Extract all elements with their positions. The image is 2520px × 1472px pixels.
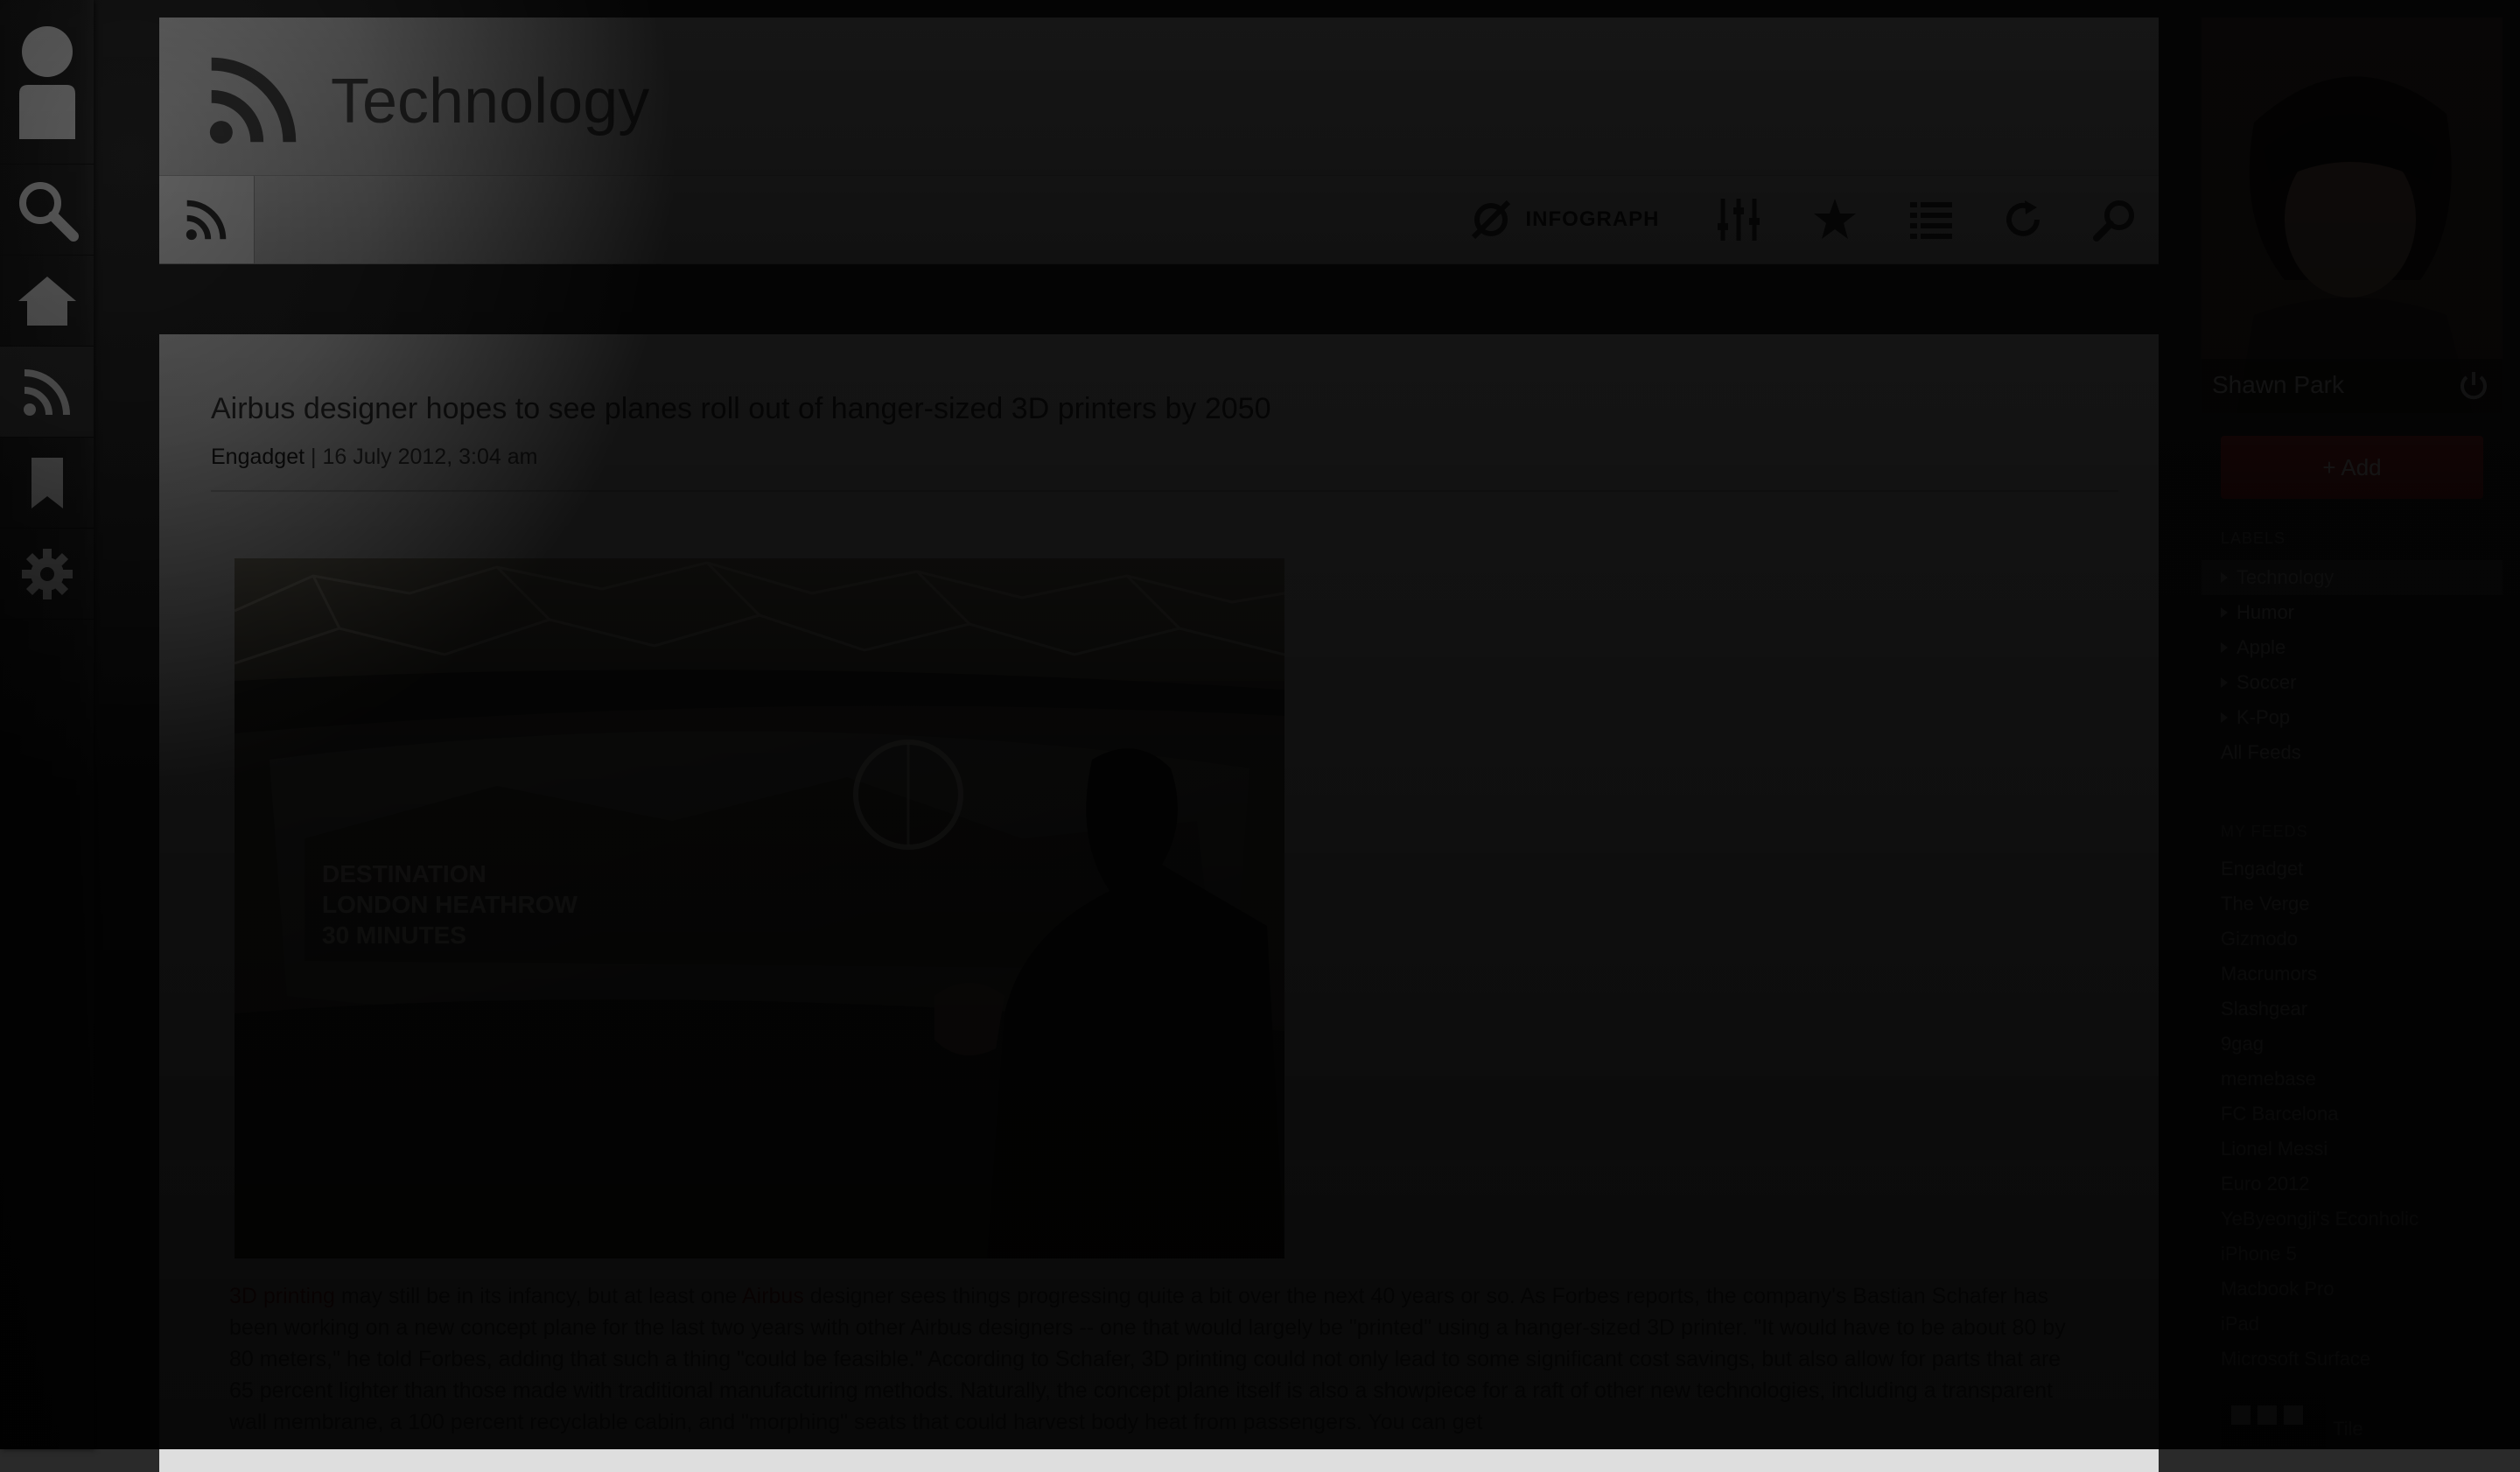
home-icon: [18, 276, 76, 326]
concept-plane-illustration: DESTINATION LONDON HEATHROW 30 MINUTES: [234, 558, 1284, 1258]
feed-item[interactable]: Microsoft Surface: [2221, 1348, 2370, 1370]
profile-name-bar: Shawn Park: [2202, 359, 2502, 413]
overlay-text-2: LONDON HEATHROW: [322, 891, 578, 918]
list-icon: [1910, 202, 1952, 239]
label-item[interactable]: Soccer: [2236, 671, 2296, 694]
article-title[interactable]: Airbus designer hopes to see planes roll…: [211, 392, 1271, 426]
label-item[interactable]: Apple: [2236, 636, 2286, 659]
article-card: Airbus designer hopes to see planes roll…: [159, 334, 2159, 1472]
feed-item[interactable]: Macbook Pro: [2221, 1278, 2334, 1300]
label-item[interactable]: K-Pop: [2236, 706, 2290, 729]
triangle-icon: [2221, 572, 2228, 583]
labels-heading: LABELS: [2221, 529, 2286, 547]
infograph-label: INFOGRAPH: [1525, 207, 1660, 231]
search-icon: [2093, 200, 2134, 242]
body-link-airbus[interactable]: Airbus: [742, 1284, 804, 1308]
nav-search[interactable]: [0, 165, 94, 256]
gear-icon: [21, 548, 73, 599]
feed-item[interactable]: The Verge: [2221, 893, 2310, 915]
overlay-text-1: DESTINATION: [322, 860, 486, 887]
body-text-1: may still be in its infancy, but at leas…: [334, 1284, 742, 1308]
feed-item[interactable]: Slashgear: [2221, 998, 2307, 1020]
article-image: DESTINATION LONDON HEATHROW 30 MINUTES: [234, 558, 1284, 1258]
nav-profile[interactable]: [0, 0, 94, 165]
add-button[interactable]: + Add: [2221, 436, 2483, 499]
nav-settings[interactable]: [0, 529, 94, 620]
rss-icon: [209, 57, 297, 144]
article-date: 16 July 2012, 3:04 am: [322, 445, 538, 469]
triangle-icon: [2221, 712, 2228, 723]
toolbar: INFOGRAPH: [159, 176, 2159, 264]
infograph-icon: [1471, 200, 1510, 240]
rss-icon: [23, 368, 70, 416]
main-content: Technology INFOGRAPH Airbus designer hop…: [159, 18, 2159, 1472]
overlay-text-3: 30 MINUTES: [322, 922, 466, 949]
refresh-icon: [2006, 200, 2040, 236]
favorite-button[interactable]: [1796, 176, 1874, 263]
filter-button[interactable]: [1699, 176, 1778, 263]
profile-card[interactable]: Shawn Park: [2202, 18, 2502, 413]
feed-item[interactable]: iPhone 5: [2221, 1243, 2297, 1265]
feed-item[interactable]: Macrumors: [2221, 963, 2317, 985]
nav-bookmarks[interactable]: [0, 438, 94, 529]
tile-label: Tile: [2333, 1418, 2363, 1440]
avatar-icon: [18, 25, 75, 139]
right-sidebar: Shawn Park + Add LABELS Technology Humor…: [2202, 18, 2502, 1449]
list-view-button[interactable]: [1892, 176, 1970, 263]
search-button[interactable]: [2076, 176, 2154, 263]
profile-photo: [2202, 18, 2502, 413]
feed-item[interactable]: Lionel Messi: [2221, 1138, 2328, 1160]
nav-feeds[interactable]: [0, 347, 94, 438]
article-meta: Engadget | 16 July 2012, 3:04 am: [211, 445, 538, 469]
infograph-button[interactable]: INFOGRAPH: [1463, 176, 1664, 263]
tile-icon: [2231, 1405, 2303, 1425]
article-source[interactable]: Engadget: [211, 445, 304, 469]
star-icon: [1814, 199, 1856, 239]
feed-item[interactable]: FC Barcelona: [2221, 1103, 2339, 1125]
feed-item[interactable]: iPad: [2221, 1313, 2259, 1335]
rss-icon: [186, 200, 227, 241]
bookmark-icon: [31, 457, 63, 508]
label-item[interactable]: Technology: [2236, 566, 2334, 589]
feed-item[interactable]: Euro 2012: [2221, 1173, 2310, 1195]
all-feeds-item[interactable]: All Feeds: [2221, 741, 2301, 764]
divider: [211, 490, 2118, 492]
article-body: 3D printing may still be in its infancy,…: [229, 1280, 2084, 1438]
nav-home[interactable]: [0, 256, 94, 347]
left-nav: [0, 0, 94, 1449]
feed-item[interactable]: memebase: [2221, 1068, 2316, 1090]
feed-view-button[interactable]: [159, 176, 255, 263]
feed-item[interactable]: Engadget: [2221, 858, 2303, 880]
triangle-icon: [2221, 677, 2228, 688]
feed-item[interactable]: 9gag: [2221, 1033, 2264, 1055]
triangle-icon: [2221, 607, 2228, 618]
feed-item[interactable]: YeByeongji's Econholic: [2221, 1208, 2418, 1230]
refresh-button[interactable]: [1984, 176, 2062, 263]
power-icon[interactable]: [2457, 369, 2490, 403]
tile-view-button[interactable]: [2221, 1388, 2326, 1449]
triangle-icon: [2221, 642, 2228, 653]
body-link-3d-printing[interactable]: 3D printing: [229, 1284, 335, 1308]
sliders-icon: [1718, 199, 1760, 241]
label-item[interactable]: Humor: [2236, 601, 2294, 624]
page-title: Technology: [331, 67, 650, 137]
my-feeds-heading: MY FEEDS: [2221, 823, 2308, 840]
page-header: Technology: [159, 18, 2159, 176]
feed-item[interactable]: Gizmodo: [2221, 928, 2298, 950]
search-icon: [18, 181, 79, 242]
profile-name: Shawn Park: [2212, 371, 2344, 398]
